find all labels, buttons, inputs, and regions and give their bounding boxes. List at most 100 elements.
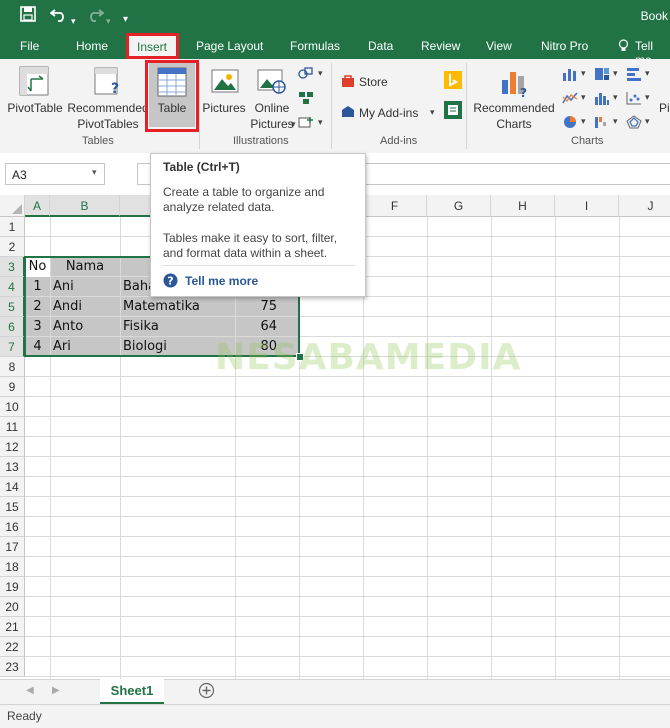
pictures-icon[interactable] — [211, 67, 239, 98]
row-header[interactable]: 10 — [0, 397, 25, 417]
row-header[interactable]: 3 — [0, 257, 25, 277]
screenshot-icon[interactable] — [298, 115, 314, 132]
column-chart-dropdown-icon[interactable]: ▾ — [581, 68, 586, 79]
tab-view[interactable]: View — [486, 39, 512, 53]
row-header[interactable]: 19 — [0, 577, 25, 597]
redo-icon[interactable] — [86, 6, 105, 28]
row-header[interactable]: 9 — [0, 377, 25, 397]
row-header[interactable]: 14 — [0, 477, 25, 497]
tab-home[interactable]: Home — [76, 39, 108, 53]
statistic-chart-dropdown-icon[interactable]: ▾ — [613, 92, 618, 103]
recommended-charts-line2[interactable]: Charts — [470, 116, 558, 132]
row-header[interactable]: 7 — [0, 337, 25, 357]
scatter-chart-icon[interactable] — [626, 91, 642, 108]
shapes-icon[interactable] — [298, 66, 314, 83]
row-header[interactable]: 16 — [0, 517, 25, 537]
help-icon[interactable]: ? — [163, 273, 178, 291]
redo-dropdown-icon[interactable]: ▾ — [106, 11, 111, 31]
tab-nitro-pro[interactable]: Nitro Pro — [541, 39, 588, 53]
name-box[interactable]: A3 ▾ — [5, 163, 105, 185]
line-chart-dropdown-icon[interactable]: ▾ — [581, 92, 586, 103]
row-header[interactable]: 4 — [0, 277, 25, 297]
row-header[interactable]: 23 — [0, 657, 25, 677]
people-graph-icon[interactable] — [444, 101, 462, 122]
pie-chart-icon[interactable] — [562, 115, 578, 132]
screenshot-dropdown-icon[interactable]: ▾ — [318, 117, 323, 128]
my-addins-button[interactable]: My Add-ins — [359, 105, 418, 121]
row-header[interactable]: 15 — [0, 497, 25, 517]
row-header[interactable]: 6 — [0, 317, 25, 337]
bing-maps-icon[interactable] — [444, 71, 462, 92]
tab-file[interactable]: File — [20, 39, 39, 53]
column-header-f[interactable]: F — [363, 195, 427, 217]
online-pictures-line1[interactable]: Online — [249, 100, 295, 116]
my-addins-icon[interactable] — [341, 105, 355, 122]
row-header[interactable]: 13 — [0, 457, 25, 477]
pivotchart-partial-label[interactable]: Pi — [659, 100, 670, 116]
column-header-j[interactable]: J — [619, 195, 670, 217]
gridline — [25, 596, 670, 597]
row-header[interactable]: 22 — [0, 637, 25, 657]
row-header[interactable]: 5 — [0, 297, 25, 317]
shapes-dropdown-icon[interactable]: ▾ — [318, 68, 323, 79]
scroll-left-icon[interactable]: ◀ — [26, 685, 34, 696]
tab-formulas[interactable]: Formulas — [290, 39, 340, 53]
recommended-charts-icon[interactable]: ? — [500, 66, 530, 101]
hierarchy-chart-icon[interactable] — [594, 67, 610, 84]
pie-chart-dropdown-icon[interactable]: ▾ — [581, 116, 586, 127]
sheet-tab-sheet1[interactable]: Sheet1 — [100, 679, 164, 704]
column-header-b[interactable]: B — [50, 195, 120, 217]
store-icon[interactable] — [341, 74, 355, 91]
save-icon[interactable] — [20, 6, 36, 28]
row-header[interactable]: 2 — [0, 237, 25, 257]
column-header-a[interactable]: A — [25, 195, 50, 217]
column-chart-icon[interactable] — [562, 67, 578, 84]
bar-chart-icon[interactable] — [626, 67, 642, 84]
row-header[interactable]: 8 — [0, 357, 25, 377]
new-sheet-icon[interactable] — [198, 682, 215, 702]
scatter-chart-dropdown-icon[interactable]: ▾ — [645, 92, 650, 103]
hierarchy-chart-dropdown-icon[interactable]: ▾ — [613, 68, 618, 79]
pivottable-icon[interactable] — [19, 66, 49, 99]
row-header[interactable]: 17 — [0, 537, 25, 557]
row-header[interactable]: 21 — [0, 617, 25, 637]
pivottable-button[interactable]: PivotTable — [6, 100, 64, 116]
waterfall-chart-dropdown-icon[interactable]: ▾ — [613, 116, 618, 127]
my-addins-dropdown-icon[interactable]: ▾ — [430, 107, 435, 118]
recommended-pivottables-line1[interactable]: Recommended — [66, 100, 150, 116]
store-button[interactable]: Store — [359, 74, 388, 90]
smartart-icon[interactable] — [298, 91, 314, 108]
radar-chart-icon[interactable] — [626, 115, 642, 132]
waterfall-chart-icon[interactable] — [594, 115, 610, 132]
name-box-dropdown-icon[interactable]: ▾ — [92, 167, 97, 178]
customize-qat-icon[interactable]: ▾ — [123, 10, 128, 30]
column-header-h[interactable]: H — [491, 195, 555, 217]
line-chart-icon[interactable] — [562, 91, 578, 108]
undo-dropdown-icon[interactable]: ▾ — [71, 11, 76, 31]
select-all-corner[interactable] — [0, 195, 25, 217]
tab-data[interactable]: Data — [368, 39, 393, 53]
row-header[interactable]: 11 — [0, 417, 25, 437]
online-pictures-line2[interactable]: Pictures — [249, 116, 295, 132]
row-header[interactable]: 12 — [0, 437, 25, 457]
bar-chart-dropdown-icon[interactable]: ▾ — [645, 68, 650, 79]
recommended-pivottables-icon[interactable]: ? — [93, 66, 123, 99]
tab-review[interactable]: Review — [421, 39, 460, 53]
online-pictures-dropdown-icon[interactable]: ▾ — [291, 119, 296, 130]
recommended-pivottables-line2[interactable]: PivotTables — [66, 116, 150, 132]
statistic-chart-icon[interactable] — [594, 91, 610, 108]
recommended-charts-line1[interactable]: Recommended — [470, 100, 558, 116]
row-header[interactable]: 18 — [0, 557, 25, 577]
tell-me-more-link[interactable]: Tell me more — [185, 274, 258, 288]
pictures-button[interactable]: Pictures — [202, 100, 246, 116]
undo-icon[interactable] — [49, 6, 68, 28]
radar-chart-dropdown-icon[interactable]: ▾ — [645, 116, 650, 127]
column-header-g[interactable]: G — [427, 195, 491, 217]
tab-page-layout[interactable]: Page Layout — [196, 39, 263, 53]
scroll-right-icon[interactable]: ▶ — [52, 685, 60, 696]
column-header-i[interactable]: I — [555, 195, 619, 217]
online-pictures-icon[interactable] — [257, 67, 287, 98]
gridline — [25, 516, 670, 517]
row-header[interactable]: 1 — [0, 217, 25, 237]
row-header[interactable]: 20 — [0, 597, 25, 617]
